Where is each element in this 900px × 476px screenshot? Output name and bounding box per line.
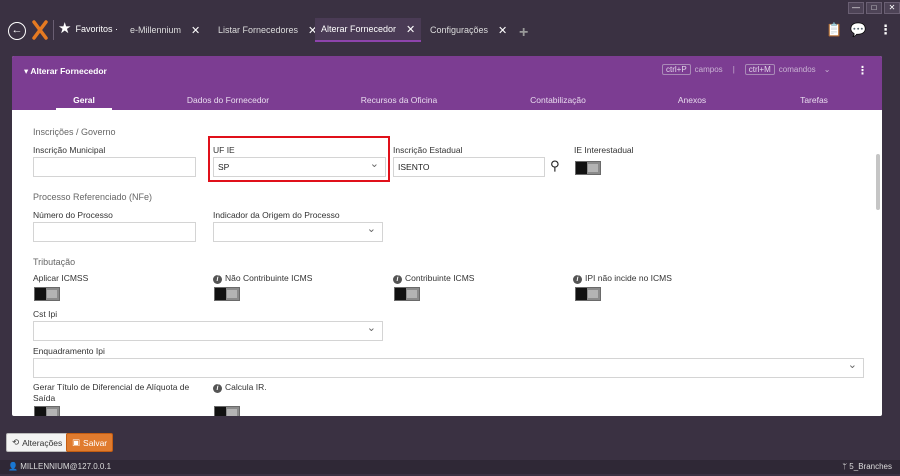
subtab-contabilizacao[interactable]: Contabilização	[530, 95, 586, 105]
favorites-label: Favoritos ·	[75, 24, 118, 34]
more-vertical-icon[interactable]: ⋮	[879, 22, 892, 38]
shortcut-fields-key: ctrl+P	[662, 64, 691, 75]
gerar-titulo-toggle[interactable]	[34, 406, 60, 416]
ipi-nao-incide-toggle[interactable]	[575, 287, 601, 301]
inscricao-estadual-input[interactable]: ISENTO	[393, 157, 545, 177]
uf-ie-label: UF IE	[213, 145, 235, 155]
close-icon[interactable]: ✕	[498, 24, 507, 37]
numero-processo-input[interactable]	[33, 222, 196, 242]
close-icon[interactable]: ✕	[406, 23, 415, 36]
save-icon: ▣	[72, 437, 81, 447]
contribuinte-label: Contribuinte ICMS	[393, 273, 474, 284]
toolbar-separator	[53, 20, 54, 40]
tab-listar-fornecedores[interactable]: Listar Fornecedores ✕	[212, 18, 323, 42]
inscricao-estadual-label: Inscrição Estadual	[393, 145, 463, 155]
alteracoes-button[interactable]: ⟲ Alterações	[6, 433, 69, 452]
gerar-titulo-label-line2: Saída	[33, 393, 56, 403]
search-icon[interactable]: ⚲	[550, 158, 560, 174]
ipi-nao-incide-label: IPI não incide no ICMS	[573, 273, 672, 284]
save-label: Salvar	[83, 437, 108, 448]
subtab-recursos-oficina[interactable]: Recursos da Oficina	[361, 95, 438, 105]
shortcut-fields-label: campos	[694, 65, 723, 74]
inscricao-municipal-label: Inscrição Municipal	[33, 145, 106, 155]
panel-more-icon[interactable]: ⋮	[857, 64, 868, 77]
ie-interestadual-label: IE Interestadual	[574, 145, 634, 155]
nao-contribuinte-label: Não Contribuinte ICMS	[213, 273, 312, 284]
numero-processo-label: Número do Processo	[33, 210, 113, 220]
chevron-down-icon[interactable]: ⌄	[824, 65, 831, 74]
alteracoes-label: Alterações	[22, 437, 63, 448]
contribuinte-toggle[interactable]	[394, 287, 420, 301]
logo-icon	[32, 20, 48, 40]
enquadramento-ipi-label: Enquadramento Ipi	[33, 346, 105, 356]
tab-e-millennium[interactable]: e-Millennium ✕	[124, 18, 206, 42]
tab-label: Alterar Fornecedor	[321, 24, 397, 34]
enquadramento-ipi-select[interactable]	[33, 356, 864, 378]
maximize-button[interactable]: □	[866, 2, 882, 14]
minimize-button[interactable]: —	[848, 2, 864, 14]
close-icon[interactable]: ✕	[191, 24, 200, 37]
shortcut-separator: |	[732, 65, 735, 74]
uf-ie-select[interactable]: SP	[213, 155, 386, 177]
inscricao-municipal-input[interactable]	[33, 157, 196, 177]
calcula-ir-label: Calcula IR.	[213, 382, 267, 393]
back-arrow-icon[interactable]: ←	[8, 22, 26, 40]
subtab-anexos[interactable]: Anexos	[678, 95, 706, 105]
tab-label: Configurações	[430, 25, 489, 35]
tab-label: e-Millennium	[130, 25, 182, 35]
undo-icon: ⟲	[12, 437, 20, 447]
status-user: 👤 MILLENNIUM@127.0.0.1	[8, 462, 111, 471]
branch-icon: ᛘ	[842, 462, 848, 471]
save-button[interactable]: ▣ Salvar	[66, 433, 114, 452]
user-icon: 👤	[8, 462, 18, 471]
section-inscricoes: Inscrições / Governo	[33, 127, 116, 137]
tab-label: Listar Fornecedores	[218, 25, 299, 35]
title-bar: — □ ✕ ← ★ Favoritos · e-Millennium ✕ Lis…	[0, 0, 900, 48]
subtab-dados-fornecedor[interactable]: Dados do Fornecedor	[187, 95, 269, 105]
gerar-titulo-label: Gerar Título de Diferencial de Alíquota …	[33, 382, 190, 392]
status-branch: ᛘ 5_Branches	[842, 462, 892, 471]
status-branch-text: 5_Branches	[849, 462, 892, 471]
clipboard-icon[interactable]: 📋	[826, 22, 842, 38]
aplicar-icmss-label: Aplicar ICMSS	[33, 273, 89, 283]
section-processo: Processo Referenciado (NFe)	[33, 192, 153, 202]
subtab-geral[interactable]: Geral	[73, 95, 95, 105]
ie-interestadual-toggle[interactable]	[575, 161, 601, 175]
scrollbar-thumb[interactable]	[876, 154, 880, 210]
panel-header: ▾ Alterar Fornecedor ctrl+P campos | ctr…	[12, 56, 882, 110]
panel-title[interactable]: ▾ Alterar Fornecedor	[24, 66, 107, 77]
status-user-text: MILLENNIUM@127.0.0.1	[20, 462, 112, 471]
subtab-tarefas[interactable]: Tarefas	[800, 95, 828, 105]
tab-alterar-fornecedor[interactable]: Alterar Fornecedor ✕	[315, 18, 422, 42]
tab-configuracoes[interactable]: Configurações ✕	[424, 18, 513, 42]
star-icon: ★	[58, 20, 72, 37]
cst-ipi-label: Cst Ipi	[33, 309, 58, 319]
section-tributacao: Tributação	[33, 257, 76, 267]
aplicar-icmss-toggle[interactable]	[34, 287, 60, 301]
indicador-origem-label: Indicador da Origem do Processo	[213, 210, 340, 220]
form-body: Inscrições / Governo Inscrição Municipal…	[12, 110, 882, 416]
shortcut-commands-key: ctrl+M	[744, 64, 775, 75]
close-window-button[interactable]: ✕	[884, 2, 900, 14]
shortcut-commands-label: comandos	[778, 65, 816, 74]
main-panel: ▾ Alterar Fornecedor ctrl+P campos | ctr…	[12, 56, 882, 416]
new-tab-plus-icon[interactable]: +	[519, 24, 528, 42]
cst-ipi-select[interactable]	[33, 319, 383, 341]
calcula-ir-toggle[interactable]	[214, 406, 240, 416]
shortcut-hints: ctrl+P campos | ctrl+M comandos ⌄	[662, 64, 830, 75]
nao-contribuinte-toggle[interactable]	[214, 287, 240, 301]
favorites-menu[interactable]: ★ Favoritos ·	[58, 20, 118, 37]
status-bar: 👤 MILLENNIUM@127.0.0.1 ᛘ 5_Branches	[0, 460, 900, 474]
chat-icon[interactable]: 💬	[850, 22, 866, 38]
indicador-origem-select[interactable]	[213, 220, 383, 242]
